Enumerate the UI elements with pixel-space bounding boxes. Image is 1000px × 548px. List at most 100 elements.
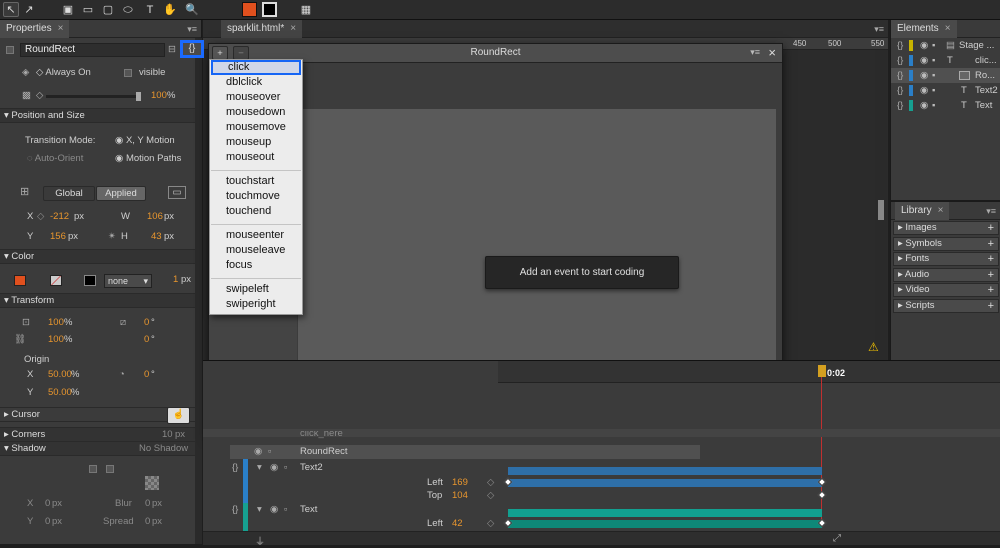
- keyframe-diamond-icon[interactable]: ◇: [487, 517, 494, 531]
- prop-value[interactable]: 104: [452, 489, 468, 503]
- eye-icon[interactable]: ◉: [920, 38, 928, 53]
- panel-menu-icon[interactable]: ▾≡: [986, 206, 996, 217]
- element-row-roundrect[interactable]: {} ◉ ▪ Ro...: [891, 68, 1000, 83]
- tab-properties[interactable]: Properties×: [0, 20, 69, 38]
- timeline-row-text2[interactable]: {} ▾ ◉ ▫ Text2: [230, 461, 500, 475]
- dimension-icon[interactable]: ▭: [168, 186, 186, 199]
- menu-item-focus[interactable]: focus: [211, 258, 301, 273]
- close-icon[interactable]: ×: [290, 23, 296, 34]
- close-icon[interactable]: ×: [768, 45, 776, 60]
- actions-icon[interactable]: {}: [897, 98, 903, 113]
- rotate-value[interactable]: 0: [144, 369, 149, 380]
- element-row-text[interactable]: {} ◉ ▪ T Text: [891, 98, 1000, 113]
- transform-tool-icon[interactable]: ↗: [21, 2, 37, 17]
- link-dimensions-icon[interactable]: ✴: [108, 231, 116, 242]
- add-icon[interactable]: +: [988, 300, 994, 312]
- clip-tool-icon[interactable]: ▣: [60, 2, 76, 17]
- eye-icon[interactable]: ◉: [920, 83, 928, 98]
- eye-icon[interactable]: ◉: [270, 461, 278, 475]
- motion-paths-radio[interactable]: ◉ Motion Paths: [115, 153, 181, 164]
- element-name-field[interactable]: RoundRect: [20, 43, 165, 57]
- add-icon[interactable]: +: [988, 222, 994, 234]
- prop-value[interactable]: 169: [452, 476, 468, 490]
- timeline-row-text[interactable]: {} ▾ ◉ ▫ Text: [230, 503, 500, 517]
- timeline-prop-left[interactable]: Left 169 ◇: [230, 476, 500, 490]
- keyframe-diamond-icon[interactable]: ◇: [487, 476, 494, 490]
- eye-icon[interactable]: ◉: [270, 503, 278, 517]
- opacity-value[interactable]: 100: [151, 90, 167, 101]
- skew-x-value[interactable]: 0: [144, 317, 149, 328]
- stroke-color-swatch[interactable]: [262, 2, 277, 17]
- library-symbols[interactable]: ▸ Symbols+: [893, 237, 999, 251]
- text-tool-icon[interactable]: T: [142, 2, 158, 17]
- menu-item-dblclick[interactable]: dblclick: [211, 75, 301, 90]
- menu-item-mouseleave[interactable]: mouseleave: [211, 243, 301, 258]
- menu-item-click[interactable]: click: [211, 60, 301, 75]
- keyframe-diamond-icon[interactable]: ◇: [487, 489, 494, 503]
- expand-icon[interactable]: ▾: [257, 503, 262, 517]
- playhead-handle[interactable]: [818, 365, 826, 377]
- menu-item-touchend[interactable]: touchend: [211, 204, 301, 219]
- close-icon[interactable]: ×: [938, 205, 944, 216]
- lock-icon[interactable]: ▫: [284, 503, 287, 517]
- border-color-swatch[interactable]: [50, 275, 62, 286]
- eye-icon[interactable]: ◉: [920, 53, 928, 68]
- actions-icon[interactable]: {}: [897, 83, 903, 98]
- lock-icon[interactable]: ▪: [932, 53, 935, 68]
- open-actions-button[interactable]: {}: [180, 40, 204, 58]
- element-row-text2[interactable]: {} ◉ ▪ T Text2: [891, 83, 1000, 98]
- transition-xy-radio[interactable]: ◉ X, Y Motion: [115, 135, 175, 146]
- auto-orient-checkbox[interactable]: ◌ Auto-Orient: [27, 153, 83, 164]
- text-left-tween-bar[interactable]: [508, 520, 822, 528]
- close-icon[interactable]: ×: [58, 23, 64, 34]
- fill-color-swatch[interactable]: [14, 275, 26, 286]
- section-shadow[interactable]: ▾ Shadow No Shadow: [0, 441, 202, 456]
- scale-x-value[interactable]: 100: [48, 317, 64, 328]
- tab-document[interactable]: sparklit.html*×: [221, 20, 302, 38]
- selection-tool-icon[interactable]: ↖: [3, 2, 19, 17]
- section-color[interactable]: ▾ Color: [0, 249, 202, 264]
- lock-icon[interactable]: ▪: [932, 38, 935, 53]
- add-icon[interactable]: +: [988, 253, 994, 265]
- hand-tool-icon[interactable]: ✋: [162, 2, 178, 17]
- library-fonts[interactable]: ▸ Fonts+: [893, 252, 999, 266]
- menu-item-mousedown[interactable]: mousedown: [211, 105, 301, 120]
- border-width-value[interactable]: 1: [173, 274, 178, 285]
- actions-icon[interactable]: {}: [897, 53, 903, 68]
- lock-icon[interactable]: ▫: [284, 461, 287, 475]
- border-style-select[interactable]: none▾: [104, 274, 152, 288]
- shadow-drop-toggle[interactable]: [106, 465, 114, 473]
- fill-color-swatch[interactable]: [242, 2, 257, 17]
- add-icon[interactable]: +: [988, 284, 994, 296]
- actions-icon[interactable]: {}: [232, 503, 238, 517]
- timeline-prop-top[interactable]: Top 104 ◇: [230, 489, 500, 503]
- section-corners[interactable]: ▸ Corners 10 px: [0, 427, 202, 442]
- filter-icon[interactable]: ⏚: [255, 533, 265, 548]
- section-position-size[interactable]: ▾ Position and Size: [0, 108, 202, 123]
- origin-x-value[interactable]: 50.00: [48, 369, 72, 380]
- close-icon[interactable]: ×: [945, 23, 951, 34]
- menu-item-mouseup[interactable]: mouseup: [211, 135, 301, 150]
- element-row-stage[interactable]: {} ◉ ▪ ▤ Stage ...: [891, 38, 1000, 53]
- menu-item-swiperight[interactable]: swiperight: [211, 297, 301, 312]
- element-row-click-here[interactable]: {} ◉ ▪ T clic...: [891, 53, 1000, 68]
- properties-scrollbar[interactable]: [195, 38, 202, 544]
- menu-item-touchstart[interactable]: touchstart: [211, 174, 301, 189]
- add-icon[interactable]: +: [988, 269, 994, 281]
- opacity-slider-handle[interactable]: [136, 92, 141, 101]
- lock-icon[interactable]: ▫: [268, 445, 271, 459]
- panel-menu-icon[interactable]: ▾≡: [874, 24, 884, 35]
- skew-y-value[interactable]: 0: [144, 334, 149, 345]
- grid-toggle-icon[interactable]: ▦: [298, 2, 314, 17]
- prop-value[interactable]: 42: [452, 517, 463, 531]
- position-origin-icon[interactable]: ⊞: [20, 185, 29, 198]
- eye-icon[interactable]: ◉: [920, 68, 928, 83]
- tab-library[interactable]: Library×: [895, 202, 949, 220]
- panel-menu-icon[interactable]: ▾≡: [187, 24, 197, 35]
- library-audio[interactable]: ▸ Audio+: [893, 268, 999, 282]
- section-transform[interactable]: ▾ Transform: [0, 293, 202, 308]
- menu-item-mousemove[interactable]: mousemove: [211, 120, 301, 135]
- add-icon[interactable]: +: [988, 238, 994, 250]
- actions-icon[interactable]: {}: [897, 68, 903, 83]
- y-value[interactable]: 156: [50, 231, 66, 242]
